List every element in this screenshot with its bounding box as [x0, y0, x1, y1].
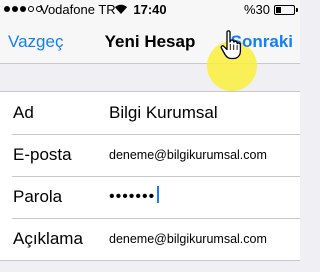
- status-bar: Vodafone TR 17:40 %30: [0, 0, 300, 20]
- account-form: Ad Bilgi Kurumsal E-posta deneme@bilgiku…: [0, 91, 300, 261]
- email-row[interactable]: E-posta deneme@bilgikurumsal.com: [0, 134, 300, 176]
- description-label: Açıklama: [13, 229, 83, 248]
- name-field[interactable]: Bilgi Kurumsal: [109, 103, 218, 123]
- password-field[interactable]: •••••••: [109, 186, 160, 206]
- description-row[interactable]: Açıklama deneme@bilgikurumsal.com: [0, 218, 300, 260]
- name-label: Ad: [13, 103, 34, 122]
- hand-pointer-icon: [220, 30, 242, 60]
- name-row[interactable]: Ad Bilgi Kurumsal: [0, 92, 300, 134]
- battery-icon: [274, 5, 298, 15]
- navigation-bar: Vazgeç Yeni Hesap Sonraki: [0, 20, 300, 91]
- password-row[interactable]: Parola •••••••: [0, 176, 300, 218]
- battery-level: [276, 7, 282, 13]
- battery-percentage: %30: [243, 2, 270, 17]
- description-field[interactable]: deneme@bilgikurumsal.com: [109, 232, 267, 246]
- password-dots: •••••••: [109, 188, 156, 205]
- email-label: E-posta: [13, 145, 72, 164]
- text-caret: [157, 186, 160, 203]
- password-label: Parola: [13, 187, 63, 206]
- email-field[interactable]: deneme@bilgikurumsal.com: [109, 148, 267, 162]
